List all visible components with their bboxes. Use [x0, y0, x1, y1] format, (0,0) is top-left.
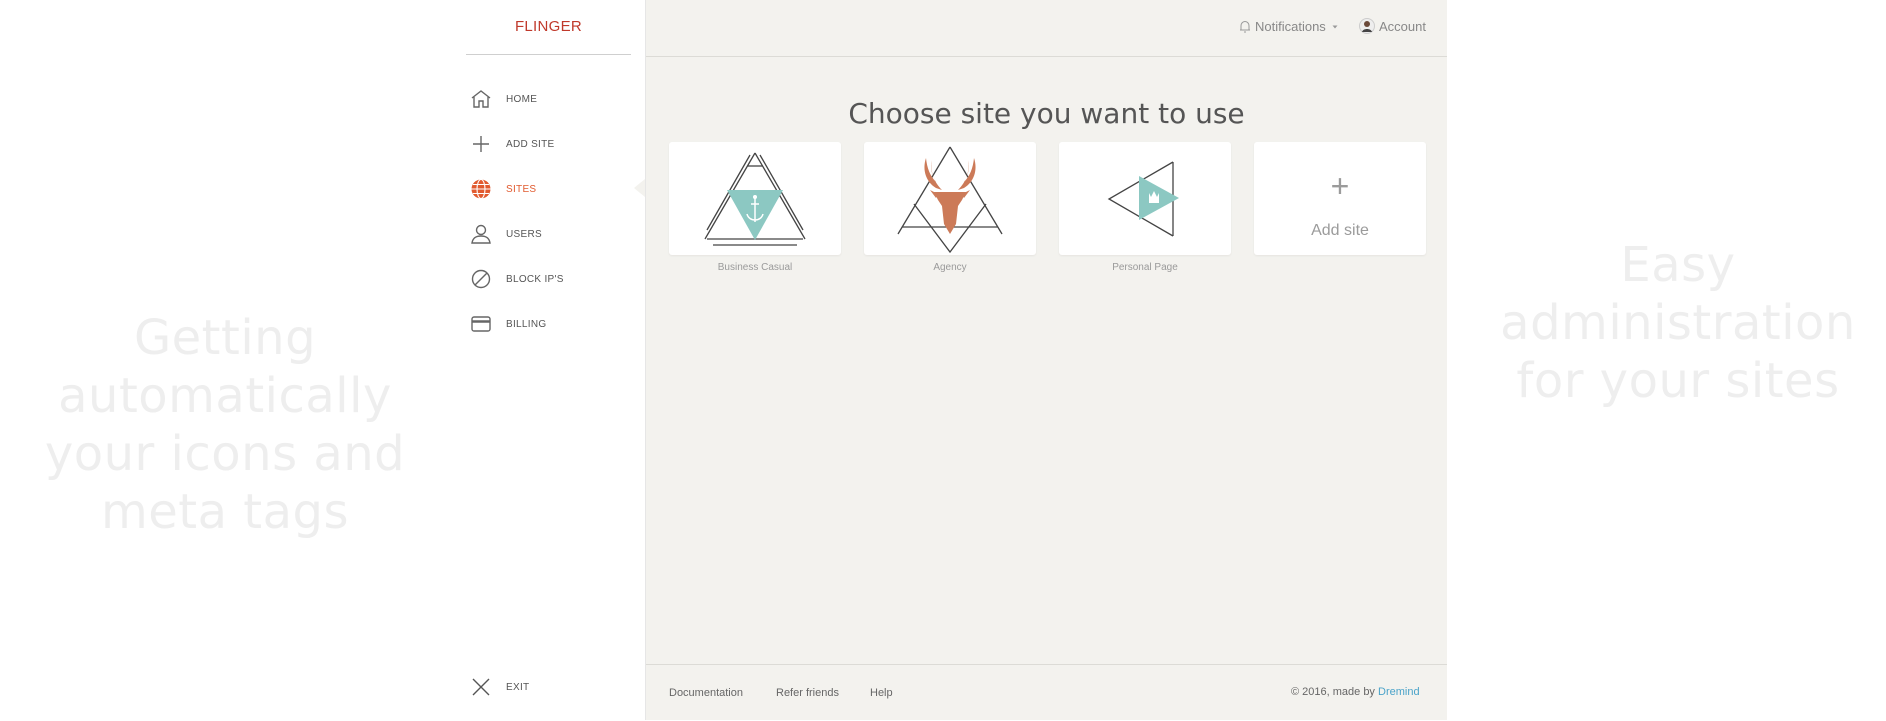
page-title: Choose site you want to use [848, 97, 1245, 130]
notifications-label: Notifications [1255, 19, 1326, 34]
sidebar-item-label: SITES [506, 183, 537, 195]
sidebar-item-block-ips[interactable]: BLOCK IP'S [470, 266, 630, 292]
site-name-personal-page: Personal Page [1112, 262, 1178, 273]
sidebar-item-label: HOME [506, 93, 538, 105]
brand-logo[interactable]: FLINGER [466, 0, 631, 55]
anchor-triangle-logo [704, 152, 806, 246]
plus-icon [470, 133, 492, 155]
site-name-business-casual: Business Casual [717, 262, 793, 273]
sidebar-item-label: BILLING [506, 318, 547, 330]
plus-icon: + [1330, 168, 1350, 204]
sidebar-item-sites[interactable]: SITES [470, 176, 630, 202]
sidebar-item-label: USERS [506, 228, 542, 240]
active-indicator [634, 179, 645, 197]
sidebar-item-home[interactable]: HOME [470, 86, 630, 112]
user-icon [470, 223, 492, 245]
copyright: © 2016, made by Dremind [1291, 686, 1420, 698]
site-card-business-casual[interactable] [669, 142, 841, 255]
author-link[interactable]: Dremind [1378, 686, 1420, 698]
crown-play-logo [1107, 161, 1179, 237]
close-icon [470, 676, 492, 698]
footer-link-documentation[interactable]: Documentation [669, 687, 743, 699]
sidebar-item-label: BLOCK IP'S [506, 273, 564, 285]
account-label: Account [1379, 18, 1426, 34]
exit-button[interactable]: EXIT [470, 674, 630, 700]
sidebar-item-billing[interactable]: BILLING [470, 311, 630, 337]
exit-label: EXIT [506, 681, 530, 693]
account-menu[interactable]: Account [1359, 18, 1426, 34]
card-icon [470, 313, 492, 335]
sidebar-item-users[interactable]: USERS [470, 221, 630, 247]
notifications-dropdown[interactable]: Notifications [1239, 19, 1339, 34]
bell-icon [1240, 20, 1250, 33]
footer-link-refer-friends[interactable]: Refer friends [776, 687, 839, 699]
block-icon [470, 268, 492, 290]
sidebar-item-add-site[interactable]: ADD SITE [470, 131, 630, 157]
add-site-label: Add site [1311, 222, 1369, 239]
main-content: Notifications Account Choose site you wa… [646, 0, 1447, 720]
sidebar-item-label: ADD SITE [506, 138, 555, 150]
promo-text-right: Easy administration for your sites [1500, 237, 1856, 409]
caret-down-icon [1332, 25, 1338, 28]
promo-text-left: Getting automatically your icons and met… [44, 310, 406, 540]
top-bar: Notifications Account [646, 0, 1447, 57]
sidebar: FLINGER HOME ADD SITE SITES USERS BLOCK … [466, 0, 646, 720]
deer-triangle-logo [897, 146, 1003, 254]
site-name-agency: Agency [933, 262, 967, 273]
copyright-text: © 2016, made by [1291, 686, 1378, 698]
home-icon [470, 88, 492, 110]
site-card-personal-page[interactable] [1059, 142, 1231, 255]
site-card-agency[interactable] [864, 142, 1036, 255]
add-site-card[interactable]: + Add site [1254, 142, 1426, 255]
footer: Documentation Refer friends Help © 2016,… [646, 664, 1447, 721]
avatar [1359, 18, 1375, 34]
globe-icon [470, 178, 492, 200]
footer-link-help[interactable]: Help [870, 687, 893, 699]
